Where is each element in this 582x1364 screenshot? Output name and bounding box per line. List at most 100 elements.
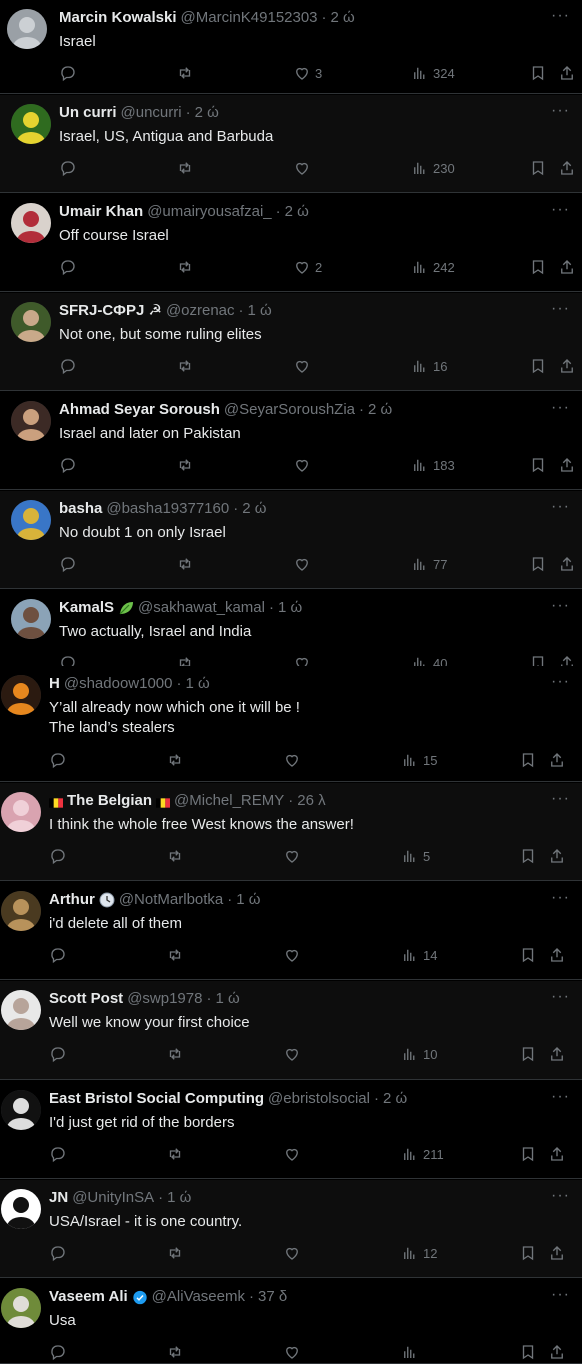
like-button[interactable]: [283, 846, 301, 866]
timestamp[interactable]: 1 ώ: [278, 598, 302, 618]
views-button[interactable]: 16: [411, 356, 447, 376]
avatar[interactable]: [1, 891, 41, 931]
share-button[interactable]: [558, 257, 576, 277]
like-button[interactable]: 2: [293, 257, 322, 277]
retweet-button[interactable]: [166, 1342, 184, 1362]
tweet[interactable]: Vaseem Ali @AliVaseemk · 37 δ ··· Usa: [0, 1279, 582, 1364]
more-icon[interactable]: ···: [551, 890, 570, 911]
retweet-button[interactable]: [176, 653, 194, 666]
tweet[interactable]: JN @UnityInSA · 1 ώ ··· USA/Israel - it is on…: [0, 1180, 582, 1278]
share-button[interactable]: [548, 750, 566, 770]
avatar[interactable]: [11, 203, 51, 243]
tweet[interactable]: KamalS @sakhawat_kamal · 1 ώ ··· Two actually…: [0, 590, 582, 666]
more-icon[interactable]: ···: [551, 103, 570, 124]
like-button[interactable]: [293, 554, 311, 574]
share-button[interactable]: [558, 158, 576, 178]
avatar[interactable]: [1, 1189, 41, 1229]
views-button[interactable]: 230: [411, 158, 455, 178]
reply-button[interactable]: [49, 1144, 67, 1164]
user-handle[interactable]: @ozrenac: [166, 301, 235, 321]
tweet[interactable]: Ahmad Seyar Soroush @SeyarSoroushZia · 2 ώ ·…: [0, 392, 582, 490]
avatar[interactable]: [11, 500, 51, 540]
user-handle[interactable]: @basha19377160: [106, 499, 229, 519]
user-handle[interactable]: @AliVaseemk: [152, 1287, 245, 1307]
display-name[interactable]: Ahmad Seyar Soroush: [59, 400, 220, 420]
views-button[interactable]: [401, 1342, 419, 1362]
more-icon[interactable]: ···: [551, 1188, 570, 1209]
like-button[interactable]: [283, 1044, 301, 1064]
user-handle[interactable]: @MarcinK49152303: [181, 8, 318, 28]
timestamp[interactable]: 2 ώ: [195, 103, 219, 123]
views-button[interactable]: 40: [411, 653, 447, 666]
user-handle[interactable]: @SeyarSoroushZia: [224, 400, 355, 420]
like-button[interactable]: [283, 1342, 301, 1362]
more-icon[interactable]: ···: [551, 791, 570, 812]
timestamp[interactable]: 2 ώ: [383, 1089, 407, 1109]
user-handle[interactable]: @ebristolsocial: [268, 1089, 370, 1109]
reply-button[interactable]: [49, 1342, 67, 1362]
reply-button[interactable]: [59, 257, 77, 277]
retweet-button[interactable]: [176, 455, 194, 475]
reply-button[interactable]: [59, 554, 77, 574]
retweet-button[interactable]: [176, 257, 194, 277]
retweet-button[interactable]: [176, 63, 194, 83]
display-name[interactable]: East Bristol Social Computing: [49, 1089, 264, 1109]
reply-button[interactable]: [59, 455, 77, 475]
reply-button[interactable]: [49, 846, 67, 866]
more-icon[interactable]: ···: [551, 1287, 570, 1308]
share-button[interactable]: [548, 1243, 566, 1263]
timestamp[interactable]: 26 λ: [297, 791, 325, 811]
user-handle[interactable]: @Michel_REMY: [174, 791, 284, 811]
views-button[interactable]: 12: [401, 1243, 437, 1263]
bookmark-button[interactable]: [529, 257, 547, 277]
timestamp[interactable]: 2 ώ: [368, 400, 392, 420]
user-handle[interactable]: @NotMarlbotka: [119, 890, 223, 910]
retweet-button[interactable]: [166, 945, 184, 965]
timestamp[interactable]: 37 δ: [258, 1287, 287, 1307]
like-button[interactable]: [283, 1144, 301, 1164]
more-icon[interactable]: ···: [551, 598, 570, 619]
views-button[interactable]: 77: [411, 554, 447, 574]
timestamp[interactable]: 1 ώ: [215, 989, 239, 1009]
like-button[interactable]: [293, 356, 311, 376]
tweet[interactable]: Arthur @NotMarlbotka · 1 ώ ··· i'd delete all…: [0, 882, 582, 980]
more-icon[interactable]: ···: [551, 400, 570, 421]
display-name[interactable]: Scott Post: [49, 989, 123, 1009]
timestamp[interactable]: 1 ώ: [185, 674, 209, 694]
views-button[interactable]: 5: [401, 846, 430, 866]
views-button[interactable]: 211: [401, 1144, 444, 1164]
like-button[interactable]: [293, 455, 311, 475]
share-button[interactable]: [548, 1044, 566, 1064]
views-button[interactable]: 15: [401, 750, 437, 770]
bookmark-button[interactable]: [519, 1144, 537, 1164]
tweet[interactable]: The Belgian @Michel_REMY · 26 λ ··· I think t…: [0, 783, 582, 881]
reply-button[interactable]: [49, 1243, 67, 1263]
bookmark-button[interactable]: [519, 1342, 537, 1362]
retweet-button[interactable]: [176, 356, 194, 376]
share-button[interactable]: [548, 1144, 566, 1164]
reply-button[interactable]: [49, 945, 67, 965]
timestamp[interactable]: 1 ώ: [248, 301, 272, 321]
retweet-button[interactable]: [166, 846, 184, 866]
share-button[interactable]: [558, 653, 576, 666]
display-name[interactable]: JN: [49, 1188, 68, 1208]
reply-button[interactable]: [49, 1044, 67, 1064]
user-handle[interactable]: @shadoow1000: [64, 674, 173, 694]
tweet[interactable]: Marcin Kowalski @MarcinK49152303 · 2 ώ ··· Is…: [0, 0, 582, 94]
views-button[interactable]: 14: [401, 945, 437, 965]
more-icon[interactable]: ···: [551, 989, 570, 1010]
share-button[interactable]: [548, 945, 566, 965]
more-icon[interactable]: ···: [551, 301, 570, 322]
user-handle[interactable]: @swp1978: [127, 989, 202, 1009]
views-button[interactable]: 242: [411, 257, 455, 277]
avatar[interactable]: [1, 990, 41, 1030]
like-button[interactable]: [283, 1243, 301, 1263]
retweet-button[interactable]: [166, 1243, 184, 1263]
bookmark-button[interactable]: [519, 1044, 537, 1064]
avatar[interactable]: [1, 675, 41, 715]
timestamp[interactable]: 2 ώ: [285, 202, 309, 222]
retweet-button[interactable]: [166, 1144, 184, 1164]
like-button[interactable]: [283, 945, 301, 965]
bookmark-button[interactable]: [529, 63, 547, 83]
avatar[interactable]: [11, 401, 51, 441]
